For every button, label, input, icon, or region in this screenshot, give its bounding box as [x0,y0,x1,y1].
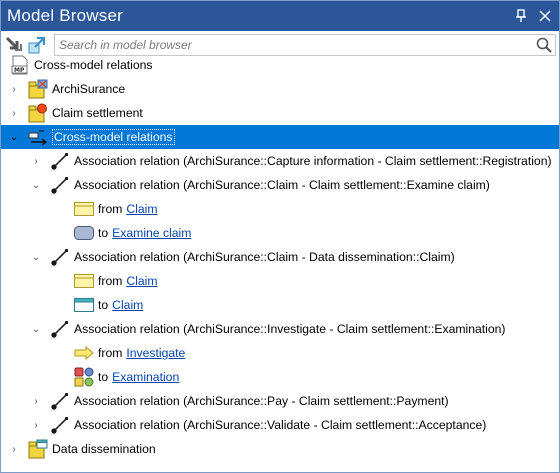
target-link[interactable]: Examine claim [112,226,191,240]
chevron-down-icon[interactable]: ⌄ [31,324,41,335]
to-text: to [98,226,109,240]
tree-item-label: Association relation (ArchiSurance::Vali… [74,418,487,432]
association-icon [49,174,71,196]
from-text: from [98,346,123,360]
tree-item-label: Association relation (ArchiSurance::Clai… [74,250,455,264]
tree-item-label: Association relation (ArchiSurance::Inve… [74,322,506,336]
process-rounded-icon [73,222,95,244]
process-arrow-icon [73,342,95,364]
tree-item-relation-target[interactable]: to Examine claim [1,221,559,245]
tree-root-label: Cross-model relations [34,58,153,72]
association-icon [49,414,71,436]
chevron-right-icon[interactable]: › [9,84,19,95]
from-text: from [98,274,123,288]
target-link[interactable]: Claim [112,298,143,312]
chevron-right-icon[interactable]: › [31,396,41,407]
source-link[interactable]: Claim [126,202,157,216]
tree-item-relation-source[interactable]: from Claim [1,269,559,293]
search-icon[interactable] [533,36,555,54]
tree-item-relation-source[interactable]: from Investigate [1,341,559,365]
tree-item-label: Data dissemination [52,442,156,456]
tree-item-relation-source[interactable]: from Claim [1,197,559,221]
tree-item-label: Association relation (ArchiSurance::Pay … [74,394,449,408]
pin-icon[interactable] [511,5,531,27]
search-input[interactable] [55,36,533,54]
chevron-down-icon[interactable]: ⌄ [31,180,41,191]
chevron-down-icon[interactable]: ⌄ [31,252,41,263]
tree-item-label: ArchiSurance [52,82,126,96]
title-bar: Model Browser [1,1,559,31]
tree-item-relation-target[interactable]: to Claim [1,293,559,317]
tree-item-label: Association relation (ArchiSurance::Capt… [74,154,552,168]
tree-item-relation[interactable]: › Association relation (ArchiSurance::Pa… [1,389,559,413]
association-icon [49,150,71,172]
association-icon [49,390,71,412]
project-mp-icon: MP [9,54,31,76]
chevron-down-icon[interactable]: ⌄ [9,132,19,143]
window-title: Model Browser [7,6,123,25]
collapse-all-icon[interactable] [4,35,24,55]
model-browser-window: Model Browser MP Cross-model relations [0,0,560,473]
target-link[interactable]: Examination [112,370,179,384]
close-icon[interactable] [535,5,555,27]
tree-item-cross-model-relations[interactable]: ⌄ Cross-model relations [1,125,559,149]
tree-item-label: Association relation (ArchiSurance::Clai… [74,178,490,192]
tree-item-archisurance[interactable]: › ArchiSurance [1,77,559,101]
tree-item-data-dissemination[interactable]: › Data dissemination [1,437,559,461]
chevron-right-icon[interactable]: › [31,156,41,167]
tree-item-relation-target[interactable]: to Examination [1,365,559,389]
tree-item-label: Cross-model relations [52,129,175,145]
to-text: to [98,370,109,384]
business-object-icon [73,198,95,220]
tree-item-relation[interactable]: ⌄ Association relation (ArchiSurance::Cl… [1,245,559,269]
to-text: to [98,298,109,312]
model-package-icon [27,78,49,100]
association-icon [49,246,71,268]
model-tree: MP Cross-model relations › ArchiSurance … [1,53,559,461]
source-link[interactable]: Claim [126,274,157,288]
chevron-right-icon[interactable]: › [31,420,41,431]
tree-item-relation[interactable]: › Association relation (ArchiSurance::Ca… [1,149,559,173]
model-package-icon [27,438,49,460]
from-text: from [98,202,123,216]
multi-shape-icon [73,366,95,388]
svg-text:MP: MP [14,67,25,74]
business-object-icon [73,270,95,292]
data-object-icon [73,294,95,316]
tree-root[interactable]: MP Cross-model relations [1,53,559,77]
chevron-right-icon[interactable]: › [9,108,19,119]
tree-item-label: Claim settlement [52,106,143,120]
tree-item-relation[interactable]: › Association relation (ArchiSurance::Va… [1,413,559,437]
tree-item-relation[interactable]: ⌄ Association relation (ArchiSurance::Cl… [1,173,559,197]
association-icon [49,318,71,340]
model-package-icon [27,102,49,124]
relations-folder-icon [27,126,49,148]
source-link[interactable]: Investigate [126,346,185,360]
tree-item-claim-settlement[interactable]: › Claim settlement [1,101,559,125]
tree-item-relation[interactable]: ⌄ Association relation (ArchiSurance::In… [1,317,559,341]
chevron-right-icon[interactable]: › [9,444,19,455]
expand-all-icon[interactable] [27,35,47,55]
